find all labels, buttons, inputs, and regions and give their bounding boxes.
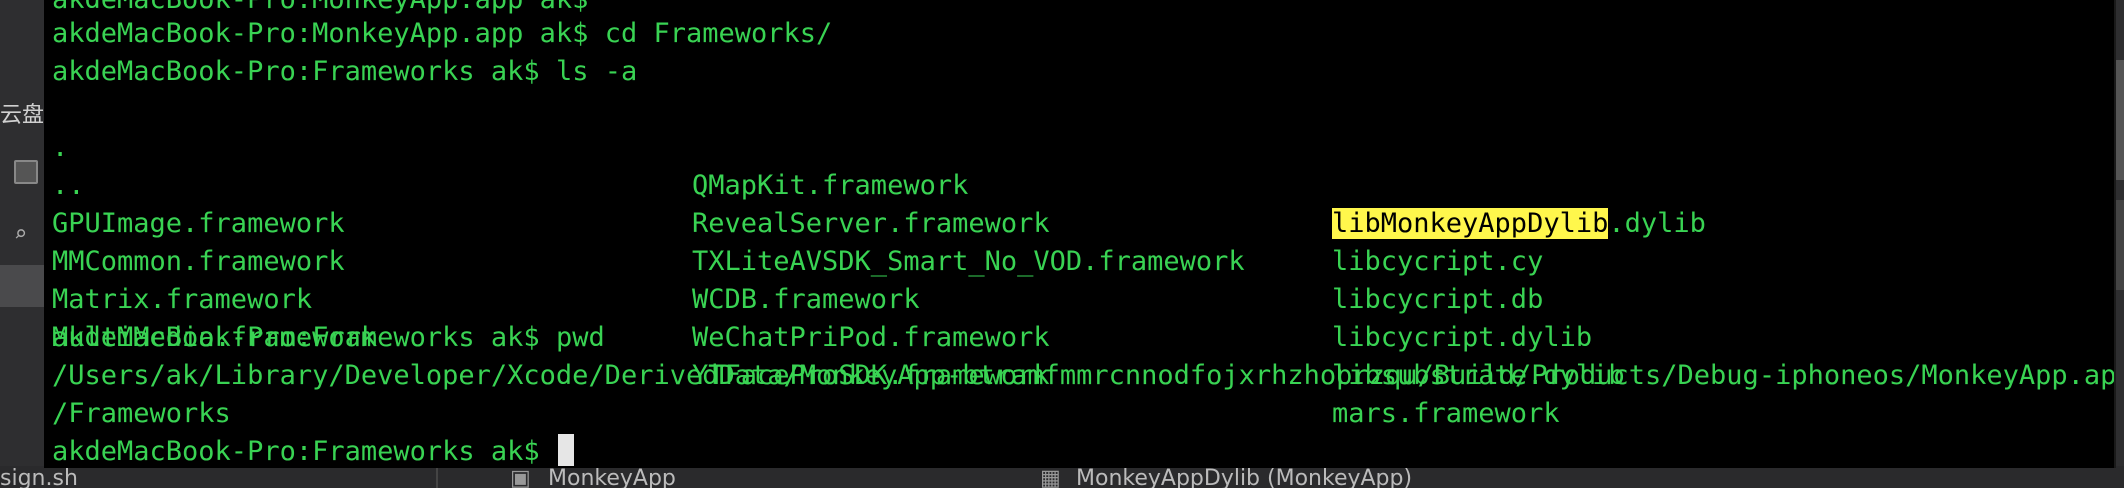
- sidebar-selected-row[interactable]: [0, 265, 46, 307]
- listing-row: MMCommon.framework WCDB.framework libcyc…: [52, 205, 2102, 353]
- listing-row: MultiMedia.framework YTFaceProSDK.framew…: [52, 281, 2102, 429]
- prompt: akdeMacBook-Pro:MonkeyApp.app ak$: [52, 0, 588, 15]
- prompt: akdeMacBook-Pro:MonkeyApp.app ak$: [52, 18, 589, 49]
- file-icon: ▣: [510, 466, 531, 488]
- tab-divider: [436, 466, 438, 488]
- pwd-output-wrap: /Frameworks: [52, 398, 231, 429]
- listing-row: . QMapKit.framework libMonkeyAppDylib.dy…: [52, 91, 2102, 239]
- search-icon[interactable]: ⌕: [14, 222, 27, 247]
- xcode-bottom-bar: sign.sh ▣ MonkeyApp ▦ MonkeyAppDylib (Mo…: [0, 466, 2124, 488]
- list-item: mars.framework: [1332, 398, 1560, 429]
- terminal-line: akdeMacBook-Pro:MonkeyApp.app ak$ cd Fra…: [52, 15, 832, 53]
- listing-row: Matrix.framework WeChatPriPod.framework …: [52, 243, 2102, 391]
- command: ls -a: [555, 56, 638, 87]
- listing-row: GPUImage.framework TXLiteAVSDK_Smart_No_…: [52, 167, 2102, 315]
- prompt: akdeMacBook-Pro:Frameworks ak$: [52, 436, 540, 467]
- screen: 云盘 ⌕ sign.sh ▣ MonkeyApp ▦ MonkeyAppDyli…: [0, 0, 2124, 488]
- prompt: akdeMacBook-Pro:Frameworks ak$: [52, 322, 540, 353]
- prompt: akdeMacBook-Pro:Frameworks ak$: [52, 56, 540, 87]
- terminal-line: akdeMacBook-Pro:Frameworks ak$: [52, 433, 574, 468]
- checkbox-icon[interactable]: [14, 160, 38, 184]
- command: pwd: [555, 322, 605, 353]
- tab-monkeyappdylib[interactable]: MonkeyAppDylib (MonkeyApp): [1076, 468, 1412, 488]
- terminal-window[interactable]: akdeMacBook-Pro:MonkeyApp.app ak$ akdeMa…: [44, 0, 2116, 468]
- tab-monkeyapp[interactable]: MonkeyApp: [548, 468, 676, 488]
- terminal-line: akdeMacBook-Pro:Frameworks ak$ ls -a: [52, 53, 637, 91]
- target-icon: ▦: [1040, 466, 1061, 488]
- list-item: libcycript.dylib: [1332, 322, 1593, 353]
- pwd-output: /Users/ak/Library/Developer/Xcode/Derive…: [52, 360, 2116, 391]
- listing-row: .. RevealServer.framework libcycript.cy: [52, 129, 2102, 277]
- xcode-sidebar-fragment: 云盘 ⌕: [0, 0, 48, 488]
- command: cd Frameworks/: [604, 18, 833, 49]
- terminal-line: akdeMacBook-Pro:Frameworks ak$ pwd: [52, 319, 605, 357]
- list-item: WeChatPriPod.framework: [692, 322, 1050, 353]
- text-cursor[interactable]: [557, 434, 574, 466]
- file-label-sign-sh[interactable]: sign.sh: [0, 468, 78, 488]
- sidebar-label: 云盘: [0, 103, 45, 128]
